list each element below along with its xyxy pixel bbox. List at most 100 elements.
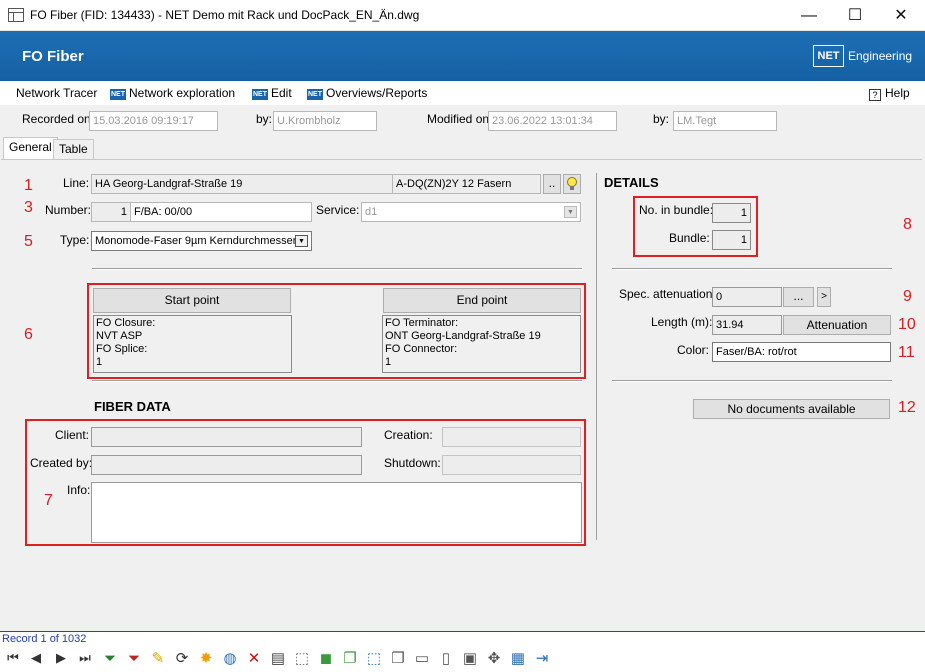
export-icon[interactable]: ▣ [460, 649, 480, 669]
help-icon: ? [869, 89, 881, 101]
spec-next-button[interactable]: > [817, 287, 831, 307]
frame-icon[interactable]: ⬚ [364, 649, 384, 669]
modified-on-label: Modified on: [427, 112, 493, 126]
marker-8: 8 [903, 216, 912, 233]
window-title-bar: FO Fiber (FID: 134433) - NET Demo mit Ra… [0, 0, 925, 31]
net-icon: NET [252, 89, 268, 100]
cube-icon[interactable]: ◼ [316, 649, 336, 669]
details-title: DETAILS [604, 175, 659, 190]
lightbulb-button[interactable] [563, 174, 581, 194]
fba-field[interactable]: F/BA: 00/00 [130, 202, 312, 222]
menu-edit[interactable]: NET Edit [252, 86, 292, 100]
separator [92, 380, 582, 382]
menu-label: Network exploration [129, 86, 236, 100]
page-icon[interactable]: ▯ [436, 649, 456, 669]
menu-network-exploration[interactable]: NET Network exploration [110, 86, 235, 100]
chevron-down-icon: ▼ [295, 235, 308, 247]
menu-overviews-reports[interactable]: NET Overviews/Reports [307, 86, 427, 100]
recorded-by-field[interactable]: U.Krombholz [273, 111, 377, 131]
bundle-field[interactable]: 1 [712, 230, 751, 250]
new-icon[interactable]: ▭ [412, 649, 432, 669]
recorded-on-field[interactable]: 15.03.2016 09:19:17 [89, 111, 218, 131]
tab-panel [1, 159, 922, 630]
menu-label: Edit [271, 86, 292, 100]
form-title: FO Fiber [22, 48, 84, 65]
line-field[interactable]: HA Georg-Landgraf-Straße 19 [91, 174, 393, 194]
start-point-button[interactable]: Start point [93, 288, 291, 313]
attenuation-button[interactable]: Attenuation [783, 315, 891, 335]
shutdown-label: Shutdown: [384, 456, 441, 470]
info-textarea[interactable] [91, 482, 582, 543]
table-icon [8, 8, 24, 22]
modified-on-field[interactable]: 23.06.2022 13:01:34 [488, 111, 617, 131]
pencil-icon[interactable]: ✎ [148, 649, 168, 669]
menu-network-tracer[interactable]: Network Tracer [16, 86, 97, 100]
chevron-down-icon: ▼ [564, 206, 577, 218]
type-select[interactable]: Monomode-Faser 9µm Kerndurchmesser ▼ [91, 231, 312, 251]
no-in-bundle-field[interactable]: 1 [712, 203, 751, 223]
refresh-icon[interactable]: ⟳ [172, 649, 192, 669]
select-icon[interactable]: ⬚ [292, 649, 312, 669]
creation-field[interactable] [442, 427, 581, 447]
spec-browse-button[interactable]: ... [783, 287, 814, 307]
line-browse-button[interactable]: .. [543, 174, 561, 194]
created-by-field[interactable] [91, 455, 362, 475]
spec-attenuation-label: Spec. attenuation: [619, 287, 716, 301]
star-icon[interactable]: ✸ [196, 649, 216, 669]
print-icon[interactable]: ▤ [268, 649, 288, 669]
net-icon: NET [307, 89, 323, 100]
exit-icon[interactable]: ⇥ [532, 649, 552, 669]
client-field[interactable] [91, 427, 362, 447]
number-field[interactable]: 1 [91, 202, 131, 222]
delete-icon[interactable]: ✕ [244, 649, 264, 669]
copy-icon[interactable]: ❐ [388, 649, 408, 669]
filter-add-icon[interactable]: ⏷ [100, 649, 120, 669]
end-point-info: FO Terminator: ONT Georg-Landgraf-Straße… [382, 315, 581, 373]
creation-label: Creation: [384, 428, 433, 442]
grid-icon[interactable]: ▦ [508, 649, 528, 669]
recorded-by-label: by: [256, 112, 273, 126]
vertical-separator [596, 173, 597, 540]
color-field[interactable]: Faser/BA: rot/rot [712, 342, 891, 362]
end-point-line: 1 [385, 356, 392, 368]
move-icon[interactable]: ✥ [484, 649, 504, 669]
line-cable-field[interactable]: A-DQ(ZN)2Y 12 Fasern [392, 174, 541, 194]
color-label: Color: [677, 343, 710, 357]
marker-3: 3 [24, 199, 33, 216]
globe-icon[interactable]: ◍ [220, 649, 240, 669]
close-button[interactable]: ✕ [878, 0, 924, 31]
duplicate-icon[interactable]: ❐ [340, 649, 360, 669]
start-point-line: FO Splice: [96, 343, 148, 355]
filter-remove-icon[interactable]: ⏷ [124, 649, 144, 669]
modified-by-field[interactable]: LM.Tegt [673, 111, 777, 131]
menu-help[interactable]: ? Help [869, 86, 910, 101]
service-select[interactable]: d1 ▼ [361, 202, 581, 222]
recorded-on-label: Recorded on: [22, 112, 95, 126]
navigation-toolbar: ⏮ ◀ ▶ ⏭ ⏷ ⏷ ✎ ⟳ ✸ ◍ ✕ ▤ ⬚ ◼ ❐ ⬚ ❐ ▭ ▯ ▣ ✥ ▦ ⇥ [0, 646, 925, 672]
number-label: Number: [45, 203, 92, 217]
end-point-button[interactable]: End point [383, 288, 581, 313]
length-field[interactable]: 31.94 [712, 315, 782, 335]
toolbar-icons: ⏷ ⏷ ✎ ⟳ ✸ ◍ ✕ ▤ ⬚ ◼ ❐ ⬚ ❐ ▭ ▯ ▣ ✥ ▦ ⇥ [100, 649, 580, 669]
tab-table[interactable]: Table [53, 139, 94, 159]
length-label: Length (m): [651, 315, 713, 329]
marker-9: 9 [903, 288, 912, 305]
end-point-line: FO Terminator: [385, 317, 459, 329]
marker-10: 10 [898, 316, 916, 333]
record-counter: Record 1 of 1032 [2, 633, 87, 645]
spec-attenuation-field[interactable]: 0 [712, 287, 782, 307]
fiber-data-title: FIBER DATA [94, 399, 171, 414]
first-record-icon[interactable]: ⏮ [4, 650, 22, 666]
tab-general[interactable]: General [3, 137, 58, 160]
previous-record-icon[interactable]: ◀ [27, 650, 45, 666]
maximize-button[interactable]: ☐ [832, 0, 878, 31]
logo-text: Engineering [848, 49, 913, 63]
minimize-button[interactable]: — [786, 0, 832, 31]
last-record-icon[interactable]: ⏭ [76, 650, 94, 666]
lightbulb-icon [567, 177, 577, 190]
next-record-icon[interactable]: ▶ [52, 650, 70, 666]
documents-button[interactable]: No documents available [693, 399, 890, 419]
start-point-line: 1 [96, 356, 103, 368]
shutdown-field[interactable] [442, 455, 581, 475]
separator [612, 268, 892, 270]
